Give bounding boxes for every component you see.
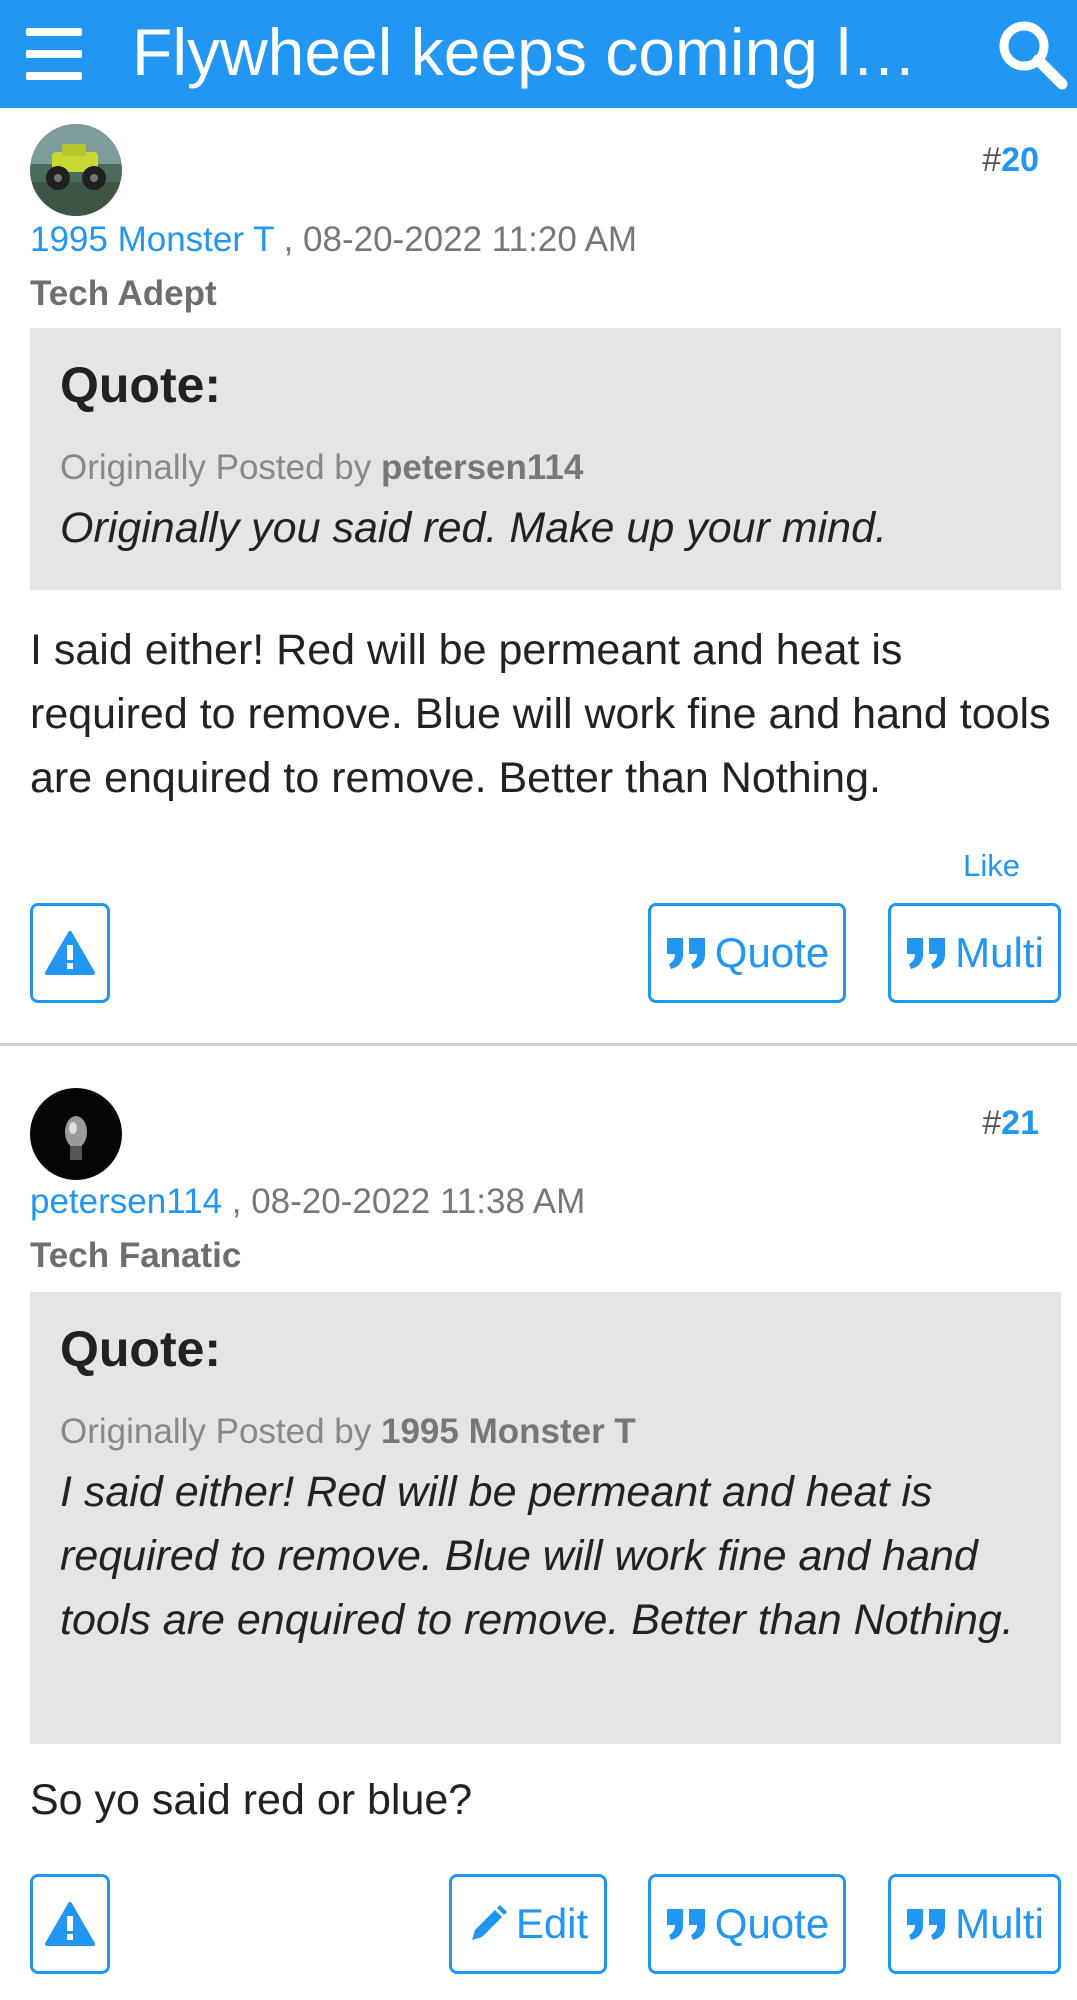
quote-text: Originally you said red. Make up your mi… bbox=[60, 504, 887, 552]
user-rank: Tech Fanatic bbox=[30, 1236, 242, 1275]
post-timestamp: , 08-20-2022 11:20 AM bbox=[283, 220, 638, 259]
quote-button[interactable]: Quote bbox=[648, 903, 846, 1003]
post-body: So yo said red or blue? bbox=[30, 1776, 473, 1824]
quoted-author: petersen114 bbox=[381, 448, 584, 487]
quote-text: I said either! Red will be permeant and … bbox=[60, 1468, 1014, 1644]
quote-label: Quote: bbox=[60, 1321, 222, 1377]
edit-button[interactable]: Edit bbox=[449, 1874, 607, 1974]
search-icon[interactable] bbox=[994, 16, 1070, 92]
post-body: I said either! Red will be permeant and … bbox=[30, 626, 1051, 802]
warning-icon bbox=[45, 931, 95, 975]
user-rank: Tech Adept bbox=[30, 274, 217, 313]
avatar[interactable] bbox=[30, 1088, 122, 1180]
like-link[interactable]: Like bbox=[963, 848, 1020, 884]
quote-icon bbox=[666, 1909, 705, 1940]
post: #21 petersen114 , 08-20-2022 11:38 AM Te… bbox=[0, 1046, 1077, 2000]
post-number[interactable]: #21 bbox=[982, 1104, 1039, 1143]
multi-quote-button[interactable]: Multi bbox=[888, 1874, 1061, 1974]
quote-block: Quote: Originally Posted by 1995 Monster… bbox=[30, 1292, 1061, 1744]
pencil-icon bbox=[471, 1905, 507, 1940]
warning-icon bbox=[45, 1902, 95, 1946]
originally-posted-by: Originally Posted by petersen114 bbox=[60, 448, 584, 487]
post-number[interactable]: #20 bbox=[982, 141, 1039, 180]
thread-title: Flywheel keeps coming l… bbox=[132, 15, 917, 89]
quote-button[interactable]: Quote bbox=[648, 1874, 846, 1974]
multi-quote-button[interactable]: Multi bbox=[888, 903, 1061, 1003]
hamburger-menu-icon[interactable] bbox=[22, 22, 86, 86]
originally-posted-by: Originally Posted by 1995 Monster T bbox=[60, 1412, 636, 1451]
post: #20 1995 Monster T , 08-20-2022 11:20 AM… bbox=[0, 108, 1077, 1043]
author-link[interactable]: 1995 Monster T bbox=[30, 220, 274, 259]
quote-block: Quote: Originally Posted by petersen114 … bbox=[30, 328, 1061, 590]
post-timestamp: , 08-20-2022 11:38 AM bbox=[231, 1182, 586, 1221]
report-button[interactable] bbox=[30, 1874, 110, 1974]
quote-icon bbox=[666, 938, 705, 969]
author-line: petersen114 , 08-20-2022 11:38 AM bbox=[30, 1182, 585, 1222]
quoted-author: 1995 Monster T bbox=[381, 1412, 636, 1451]
report-button[interactable] bbox=[30, 903, 110, 1003]
top-app-bar: Flywheel keeps coming l… bbox=[0, 0, 1077, 108]
quote-label: Quote: bbox=[60, 357, 222, 413]
quote-icon bbox=[907, 1909, 946, 1940]
avatar[interactable] bbox=[30, 124, 122, 216]
quote-icon bbox=[907, 938, 946, 969]
author-line: 1995 Monster T , 08-20-2022 11:20 AM bbox=[30, 220, 637, 260]
author-link[interactable]: petersen114 bbox=[30, 1182, 222, 1221]
